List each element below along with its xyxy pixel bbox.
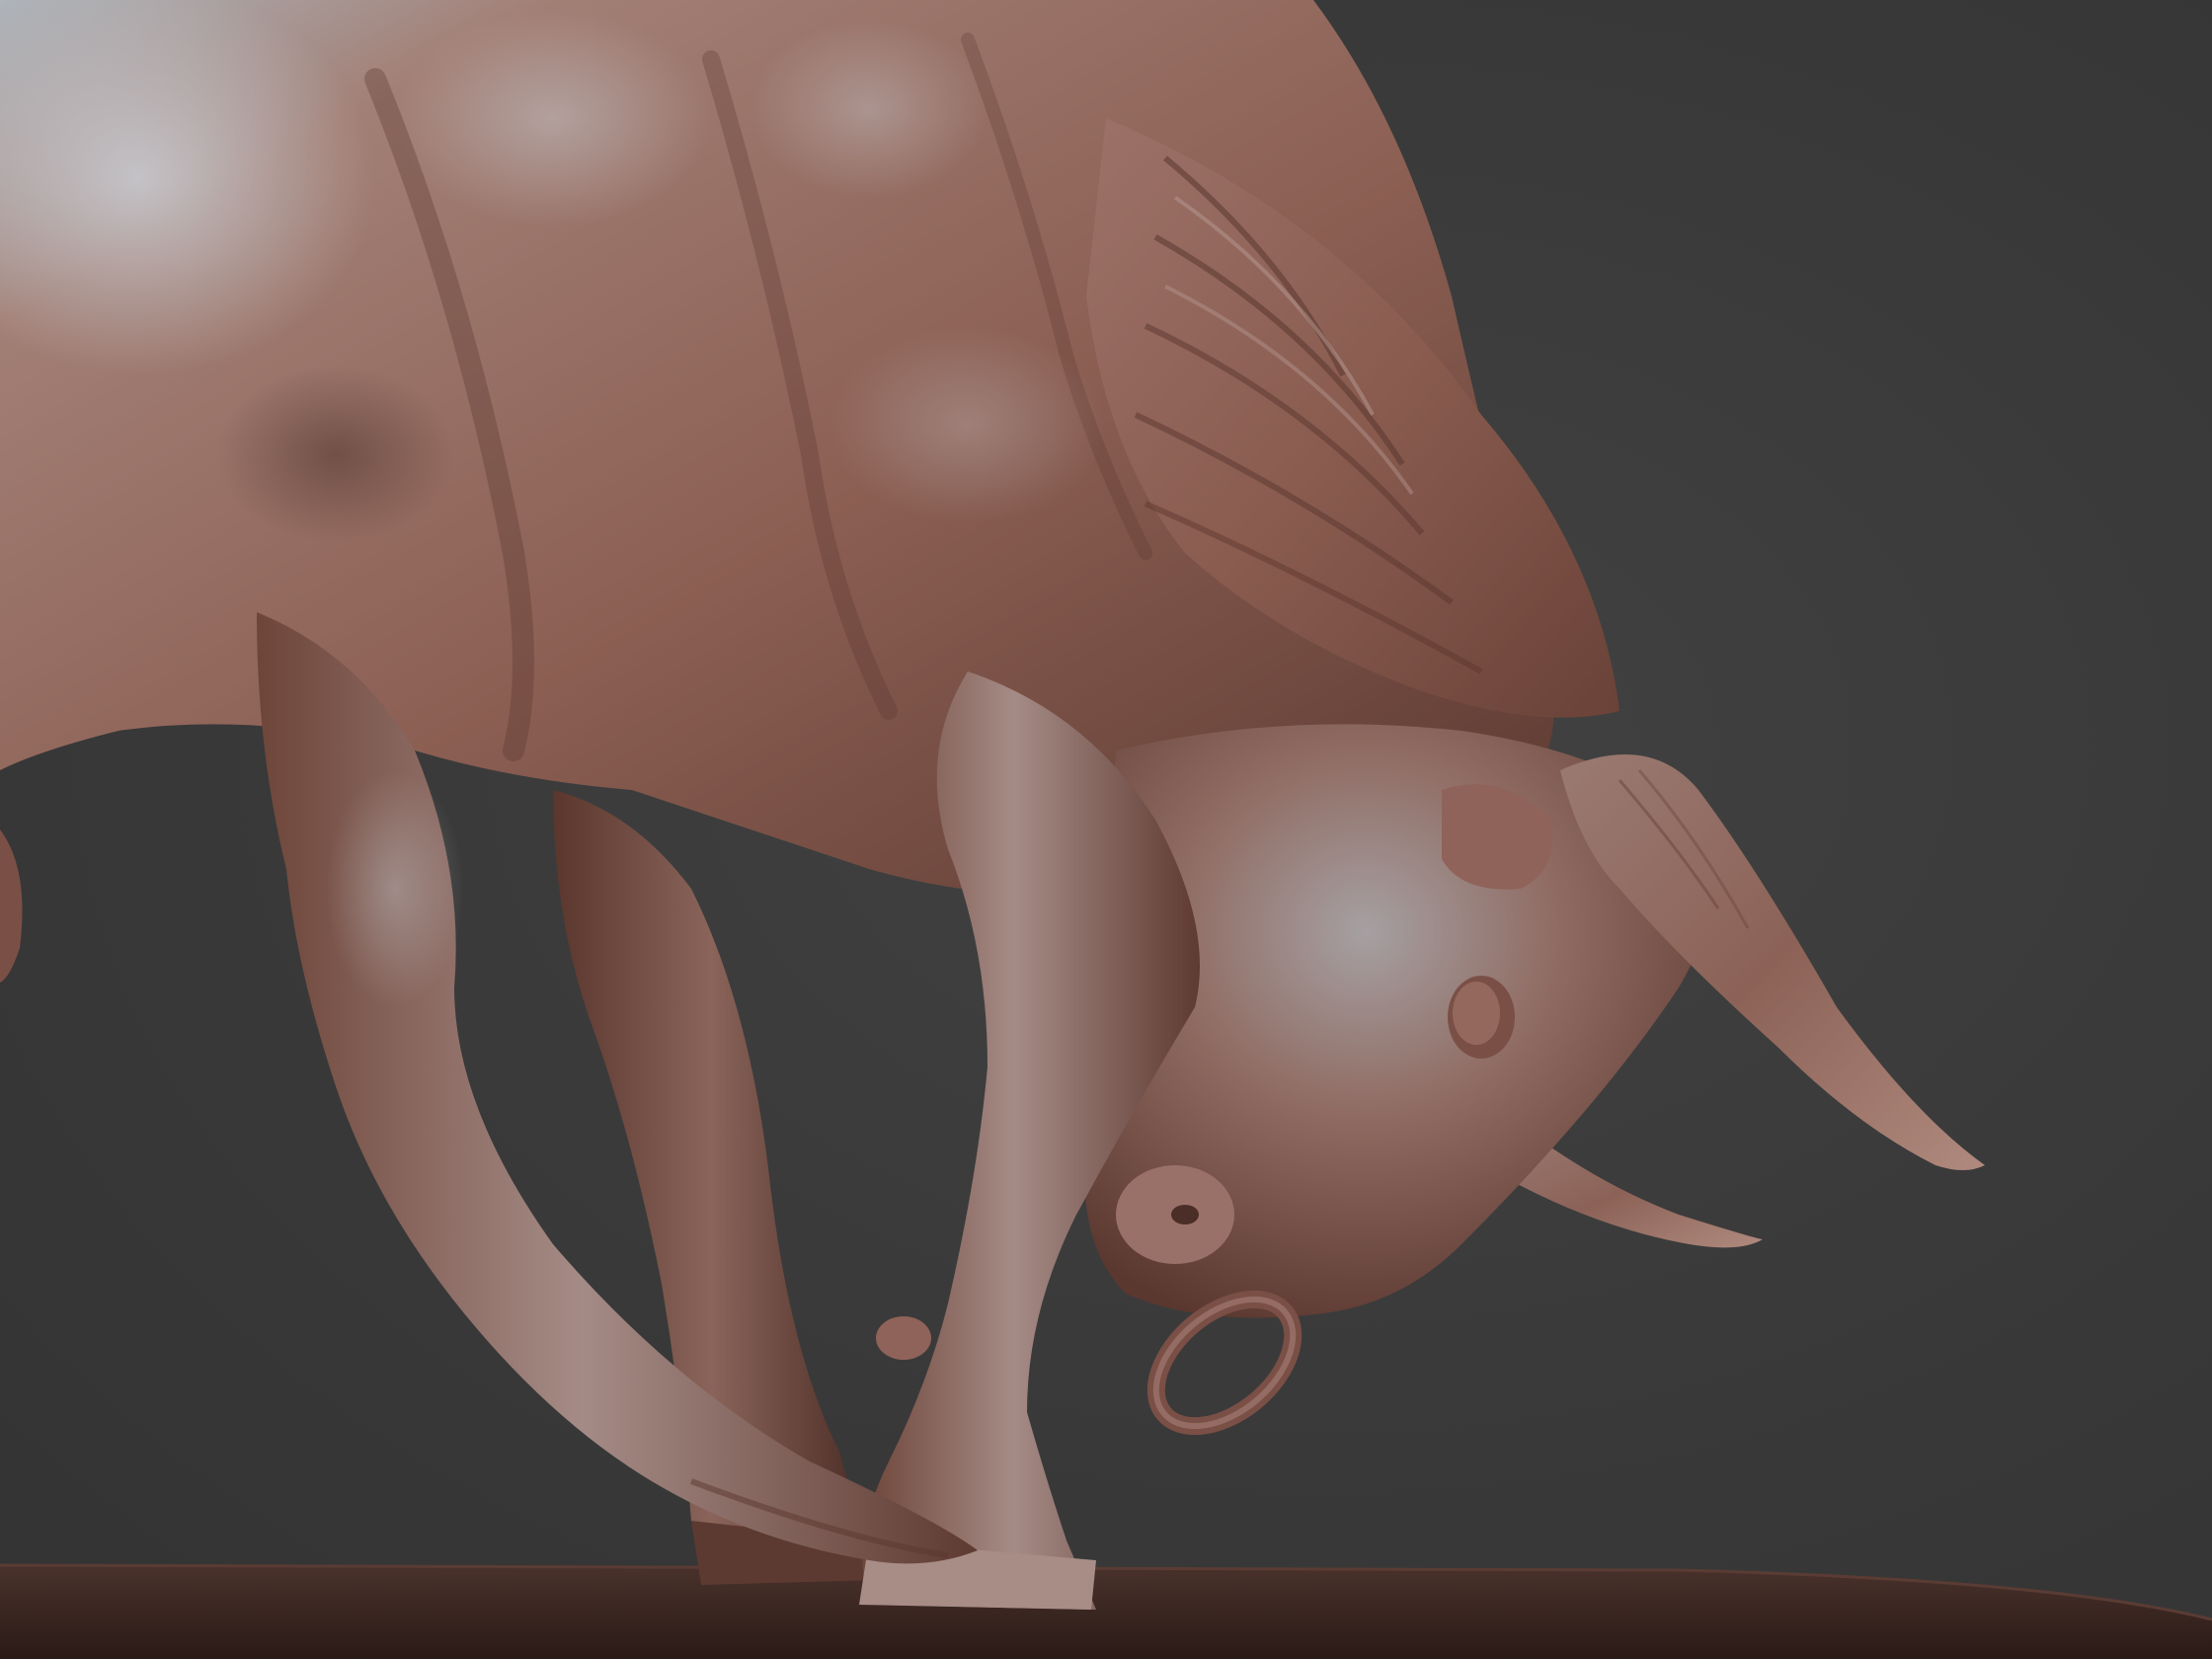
sculpture-render — [0, 0, 2212, 1659]
tail — [0, 830, 23, 983]
viewport — [0, 0, 2212, 1659]
sculpture-base — [0, 1563, 2212, 1659]
